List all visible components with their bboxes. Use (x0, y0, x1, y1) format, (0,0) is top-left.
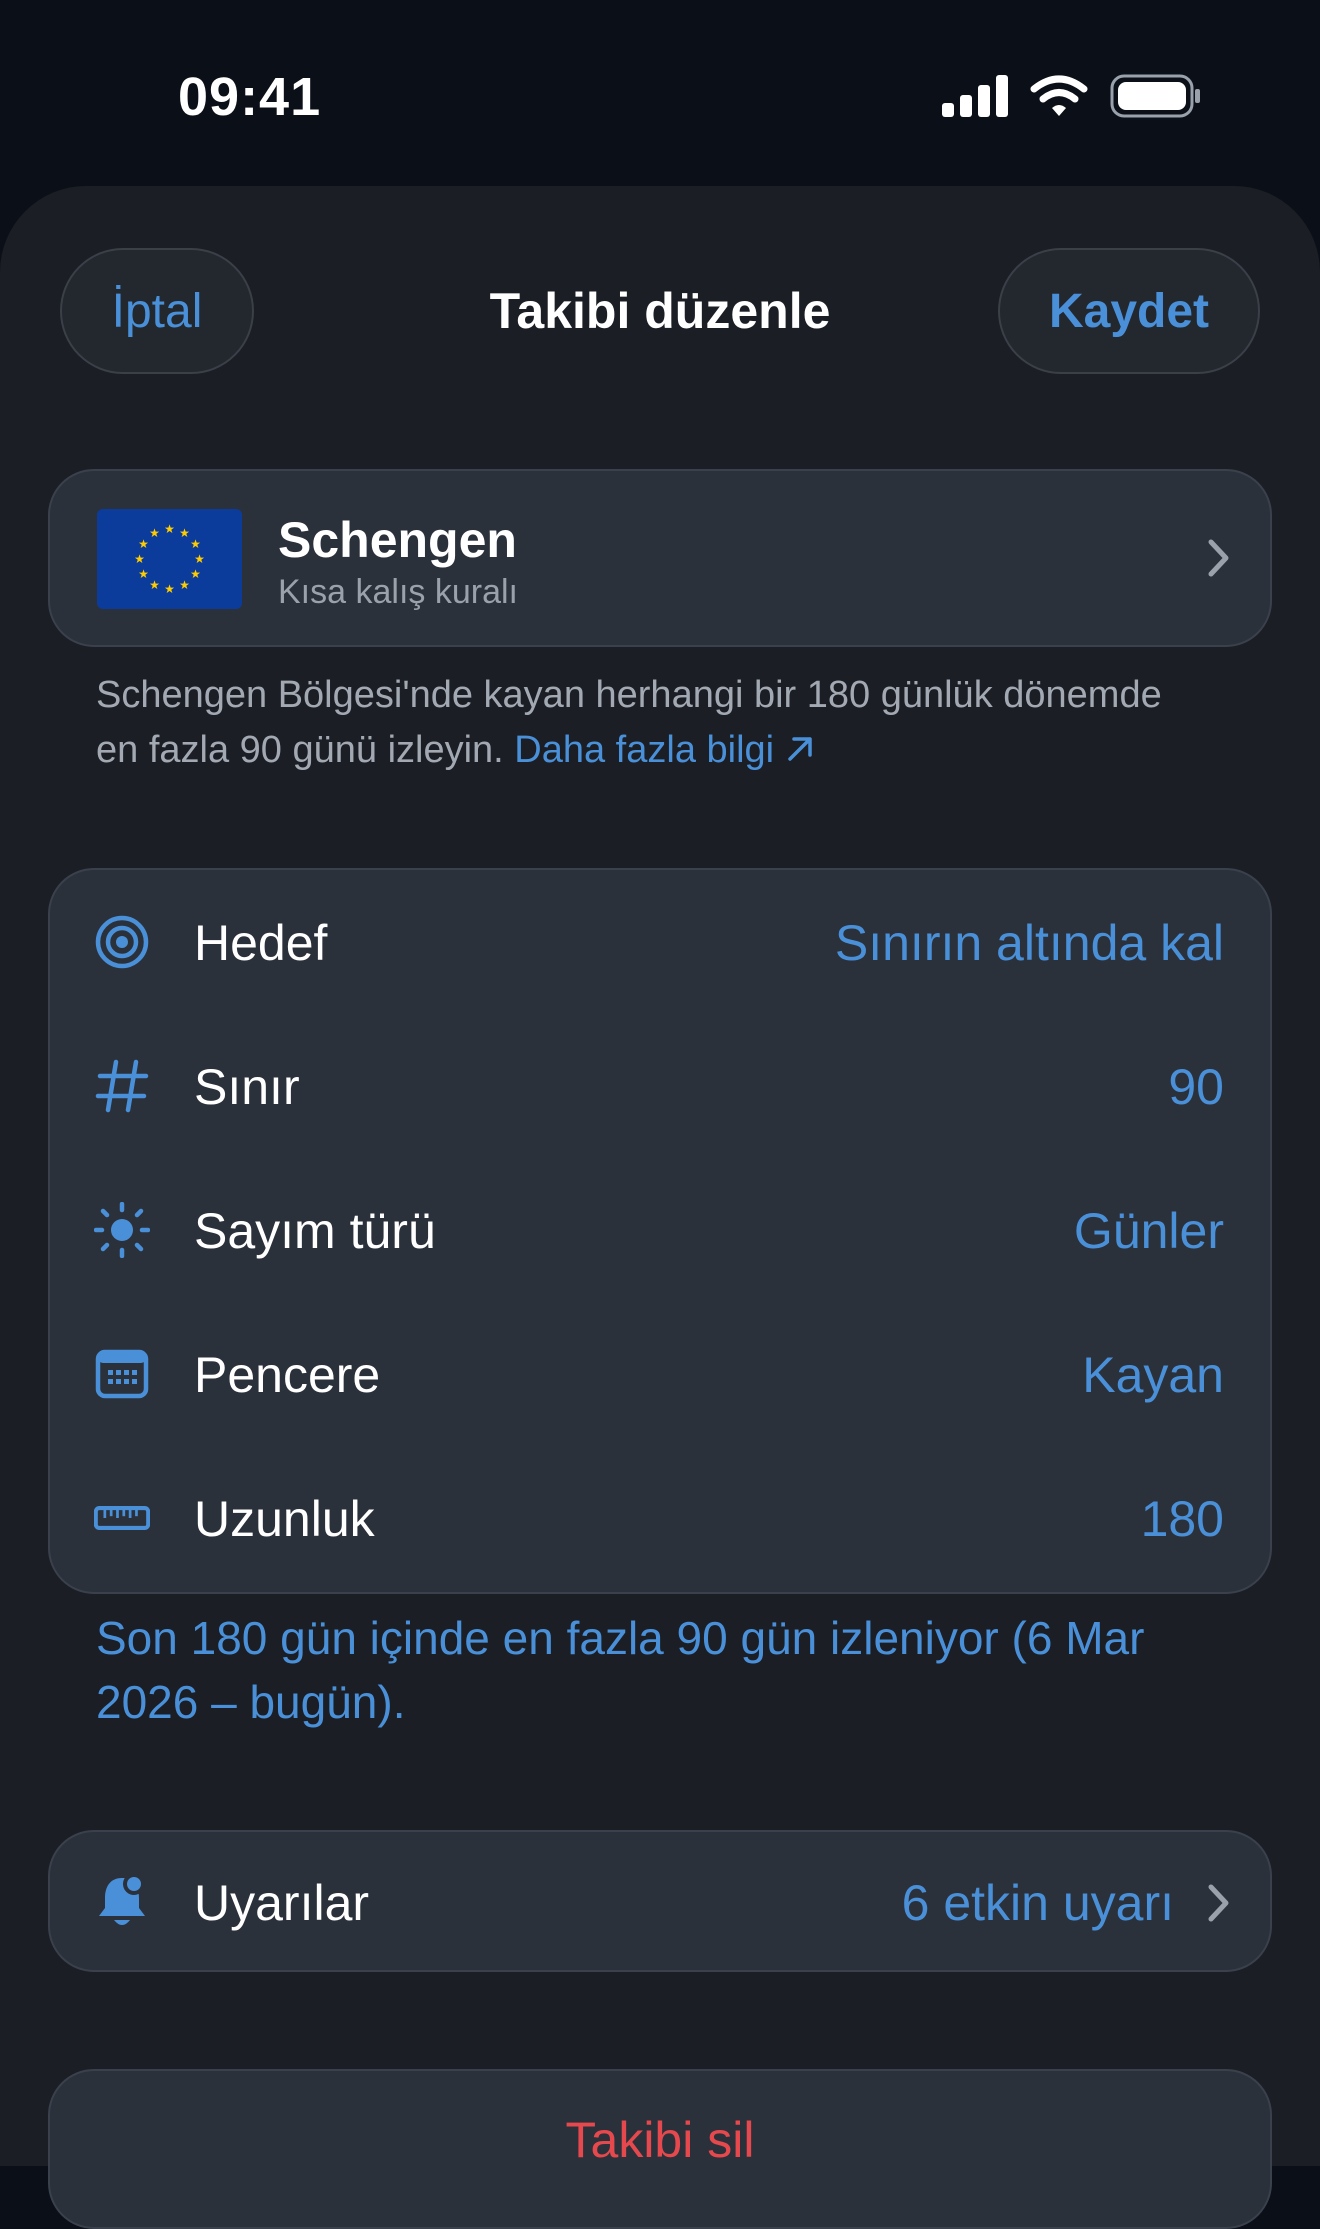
delete-tracking-button[interactable]: Takibi sil (48, 2069, 1272, 2229)
calendar-icon (94, 1346, 150, 1402)
alerts-label: Uyarılar (194, 1875, 370, 1931)
setting-value: Kayan (1082, 1347, 1224, 1403)
region-subtitle: Kısa kalış kuralı (278, 573, 518, 611)
setting-value: Günler (1073, 1203, 1224, 1259)
eu-star: ★ (149, 526, 160, 540)
eu-star: ★ (190, 567, 201, 581)
eu-star: ★ (179, 526, 190, 540)
learn-more-link[interactable]: Daha fazla bilgi (514, 729, 814, 771)
eu-star: ★ (134, 552, 145, 566)
eu-star: ★ (149, 578, 160, 592)
target-icon (94, 914, 150, 970)
save-button[interactable]: Kaydet (998, 248, 1260, 374)
setting-value: 180 (1140, 1491, 1224, 1547)
setting-row-limit[interactable]: Sınır 90 (50, 1014, 1270, 1158)
setting-label: Sınır (194, 1059, 300, 1115)
setting-label: Hedef (194, 915, 328, 971)
setting-row-goal[interactable]: Hedef Sınırın altında kal (50, 870, 1270, 1014)
eu-star: ★ (164, 582, 175, 596)
eu-star: ★ (164, 522, 175, 536)
tracking-summary: Son 180 gün içinde en fazla 90 gün izlen… (96, 1612, 1145, 1728)
battery-icon (1110, 74, 1200, 118)
setting-label: Pencere (194, 1347, 381, 1403)
alerts-row[interactable]: Uyarılar 6 etkin uyarı (48, 1830, 1272, 1972)
chevron-right-icon (1208, 1884, 1229, 1922)
status-bar: 09:41 (0, 0, 1320, 190)
setting-value: Sınırın altında kal (834, 915, 1224, 971)
eu-star: ★ (179, 578, 190, 592)
hash-icon (94, 1058, 150, 1114)
status-time: 09:41 (178, 67, 322, 127)
region-description: Schengen Bölgesi'nde kayan herhangi bir … (96, 668, 1196, 778)
sun-icon (94, 1202, 150, 1258)
ruler-icon (94, 1490, 150, 1546)
eu-star: ★ (138, 537, 149, 551)
eu-star: ★ (194, 552, 205, 566)
status-icons (942, 74, 1202, 118)
arrow-up-right-icon (787, 737, 812, 761)
setting-row-length[interactable]: Uzunluk 180 (50, 1446, 1270, 1590)
setting-row-window[interactable]: Pencere Kayan (50, 1302, 1270, 1446)
eu-flag-icon: ★ ★ ★ ★ ★ ★ ★ ★ ★ ★ ★ ★ (97, 509, 242, 609)
setting-label: Uzunluk (194, 1491, 375, 1547)
setting-value: 90 (1168, 1059, 1224, 1115)
eu-star: ★ (190, 537, 201, 551)
eu-star: ★ (138, 567, 149, 581)
setting-row-count-type[interactable]: Sayım türü Günler (50, 1158, 1270, 1302)
delete-label: Takibi sil (565, 2112, 755, 2168)
settings-card: Hedef Sınırın altında kal Sınır 90 Sayım… (48, 868, 1272, 1594)
alerts-value: 6 etkin uyarı (901, 1875, 1174, 1931)
setting-label: Sayım türü (194, 1203, 436, 1259)
cellular-signal-icon (942, 75, 1008, 117)
region-selector[interactable]: ★ ★ ★ ★ ★ ★ ★ ★ ★ ★ ★ ★ Schengen Kısa kalış kuralı (48, 469, 1272, 647)
chevron-right-icon (1208, 539, 1229, 577)
edit-sheet: İptal Takibi düzenle Kaydet ★ ★ ★ ★ ★ ★ ★ ★ ★ ★ ★ ★… (0, 186, 1320, 2229)
region-name: Schengen (278, 512, 517, 568)
wifi-icon (1030, 75, 1088, 116)
bell-icon (94, 1873, 150, 1930)
